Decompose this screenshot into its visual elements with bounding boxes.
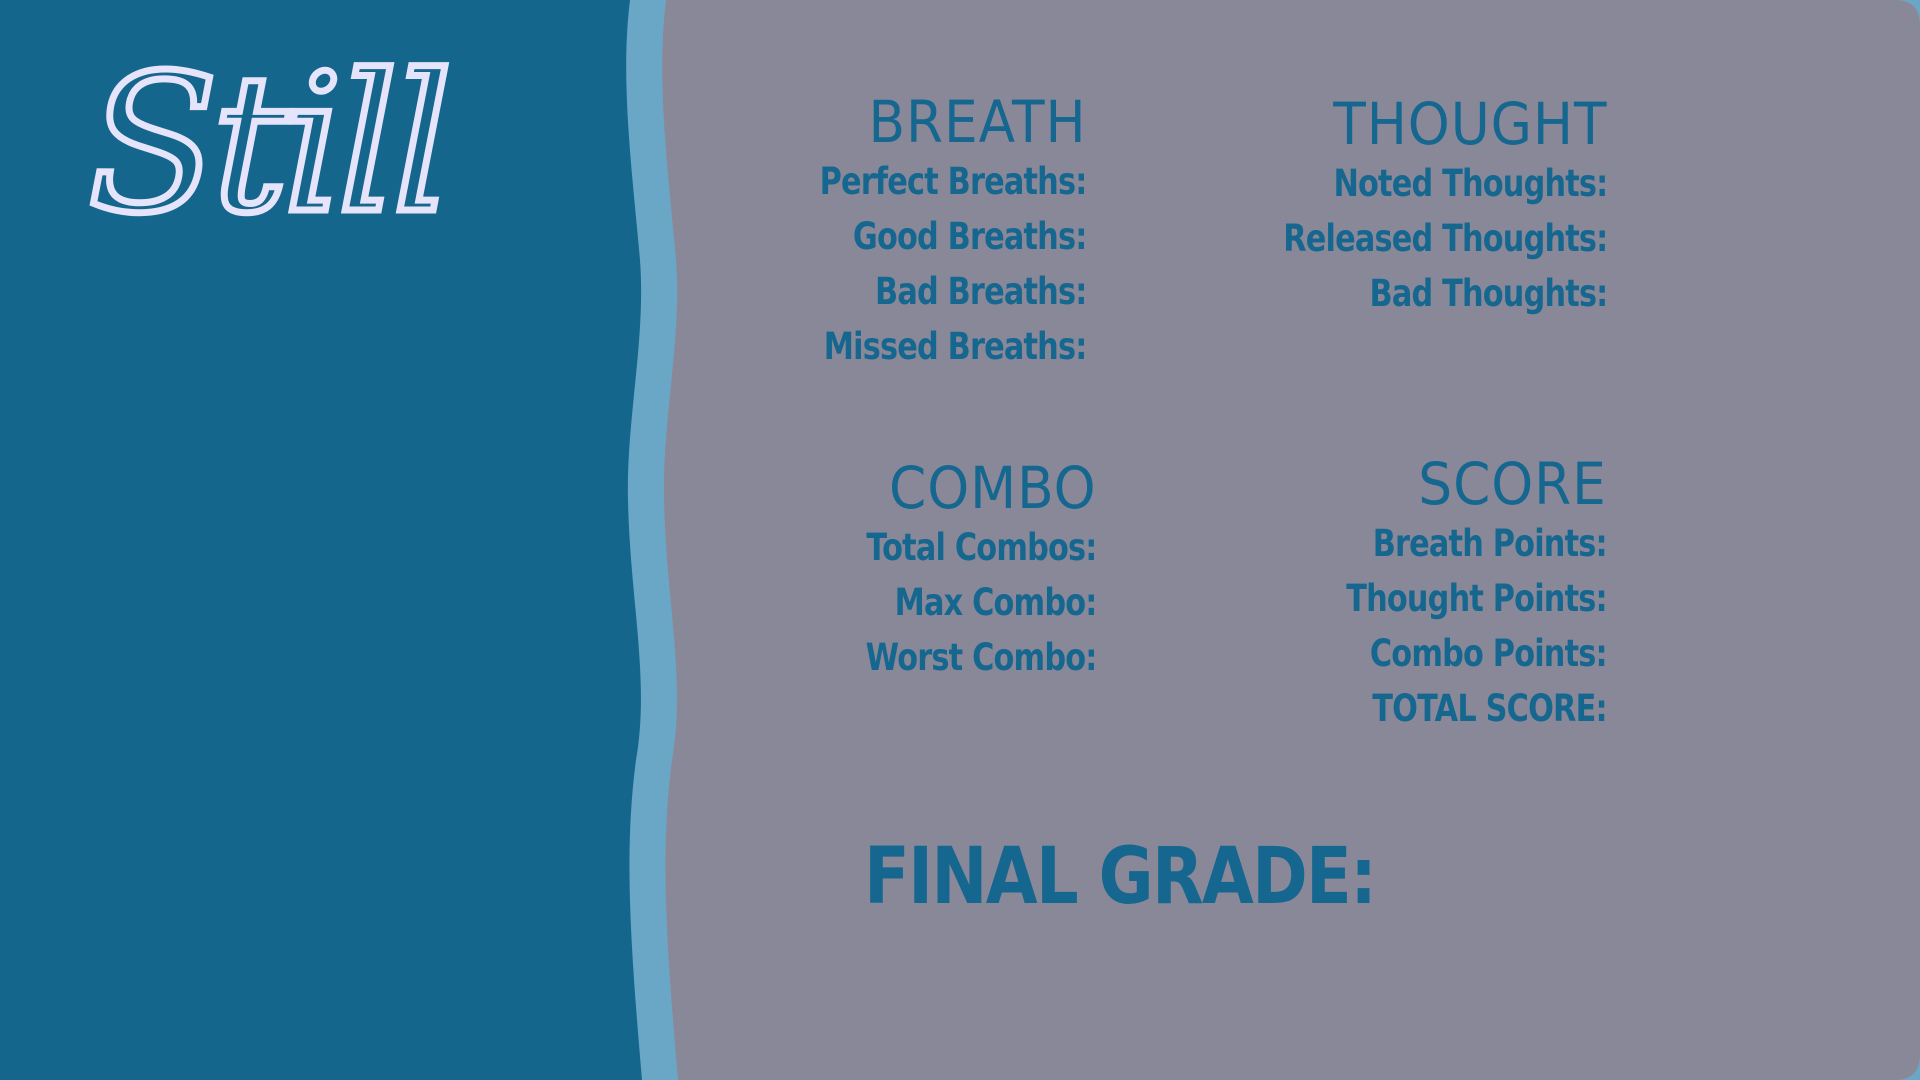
breath-points-label: Breath Points: — [1372, 522, 1608, 565]
final-grade-label: FINAL GRADE: — [864, 832, 1377, 922]
good-breaths-label: Good Breaths: — [853, 215, 1087, 258]
logo-text: Still — [88, 40, 447, 250]
combo-points-label: Combo Points: — [1370, 632, 1608, 675]
bad-thoughts-label: Bad Thoughts: — [1369, 272, 1608, 315]
bad-breaths-label: Bad Breaths: — [875, 270, 1088, 313]
thought-heading: THOUGHT — [1332, 90, 1607, 158]
breath-heading: BREATH — [869, 88, 1087, 156]
noted-thoughts-label: Noted Thoughts: — [1332, 162, 1608, 205]
still-logo: Still — [88, 40, 456, 250]
breath-stats: BREATH Perfect Breaths: Good Breaths: Ba… — [761, 88, 1088, 374]
released-thoughts-label: Released Thoughts: — [1282, 217, 1608, 260]
results-screen: Still BREATH Perfect Breaths: Good Breat… — [0, 0, 1920, 1080]
total-score-label: TOTAL SCORE: — [1372, 687, 1607, 730]
worst-combo-label: Worst Combo: — [866, 636, 1098, 679]
combo-heading: COMBO — [889, 454, 1097, 522]
perfect-breaths-label: Perfect Breaths: — [820, 160, 1088, 203]
score-heading: SCORE — [1418, 450, 1607, 518]
missed-breaths-label: Missed Breaths: — [824, 325, 1088, 368]
combo-stats: COMBO Total Combos: Max Combo: Worst Com… — [815, 454, 1098, 685]
total-combos-label: Total Combos: — [866, 526, 1098, 569]
score-stats: SCORE Breath Points: Thought Points: Com… — [1289, 452, 1607, 736]
max-combo-label: Max Combo: — [894, 581, 1098, 624]
thought-stats: THOUGHT Noted Thoughts: Released Thought… — [1212, 92, 1608, 321]
thought-points-label: Thought Points: — [1346, 577, 1607, 620]
